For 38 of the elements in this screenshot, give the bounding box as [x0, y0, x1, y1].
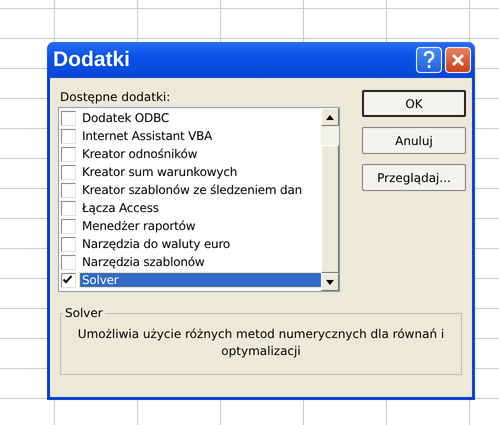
- up-arrow-icon: [326, 114, 334, 120]
- checkbox[interactable]: [61, 128, 76, 144]
- checkbox[interactable]: [61, 146, 76, 162]
- check-icon: [62, 274, 73, 284]
- list-item[interactable]: Narzędzia szablonów: [80, 255, 207, 269]
- checkbox[interactable]: [61, 236, 76, 252]
- window-title: Dodatki: [53, 48, 132, 72]
- group-title: Solver: [64, 306, 104, 320]
- dialog-button[interactable]: OK: [362, 90, 466, 117]
- checkbox[interactable]: [61, 272, 76, 288]
- list-item[interactable]: Menedżer raportów: [80, 219, 198, 233]
- checkbox[interactable]: [61, 164, 76, 180]
- list-item[interactable]: Kreator szablonów ze śledzeniem dan: [80, 183, 304, 197]
- help-button[interactable]: [416, 47, 442, 73]
- list-item[interactable]: Narzędzia do waluty euro: [80, 237, 232, 251]
- checkbox[interactable]: [61, 110, 76, 126]
- dialog-button[interactable]: Przeglądaj...: [362, 164, 466, 191]
- list-item[interactable]: Kreator sum warunkowych: [80, 165, 240, 179]
- addins-list[interactable]: Dodatek ODBC Internet Assistant VBA Kreator odnośników Kreator sum warunkowych Kreator szablonów ze śledzeniem dan Łącza Access Menedżer raportów Narzędzia do waluty euro Narzędzia szablonów Solver: [58, 107, 340, 292]
- checkbox[interactable]: [61, 254, 76, 270]
- down-arrow-icon: [326, 280, 334, 284]
- close-button[interactable]: [445, 47, 471, 73]
- list-item[interactable]: Kreator odnośników: [80, 147, 200, 161]
- help-icon: [423, 51, 435, 69]
- list-item[interactable]: Dodatek ODBC: [80, 111, 172, 125]
- scroll-up-button[interactable]: [321, 108, 339, 126]
- checkbox[interactable]: [61, 182, 76, 198]
- close-icon: [451, 53, 465, 67]
- list-item[interactable]: Internet Assistant VBA: [80, 129, 214, 143]
- description-text: Umożliwia użycie różnych metod numerycznych dla równań i optymalizacji: [76, 326, 446, 360]
- list-item[interactable]: Łącza Access: [80, 201, 161, 215]
- scroll-thumb[interactable]: [321, 145, 339, 273]
- list-item[interactable]: Solver: [80, 273, 321, 287]
- dialog-button[interactable]: Anuluj: [362, 127, 466, 154]
- checkbox[interactable]: [61, 200, 76, 216]
- list-label: Dostępne dodatki:: [60, 90, 172, 104]
- scroll-down-button[interactable]: [321, 273, 339, 291]
- checkbox[interactable]: [61, 218, 76, 234]
